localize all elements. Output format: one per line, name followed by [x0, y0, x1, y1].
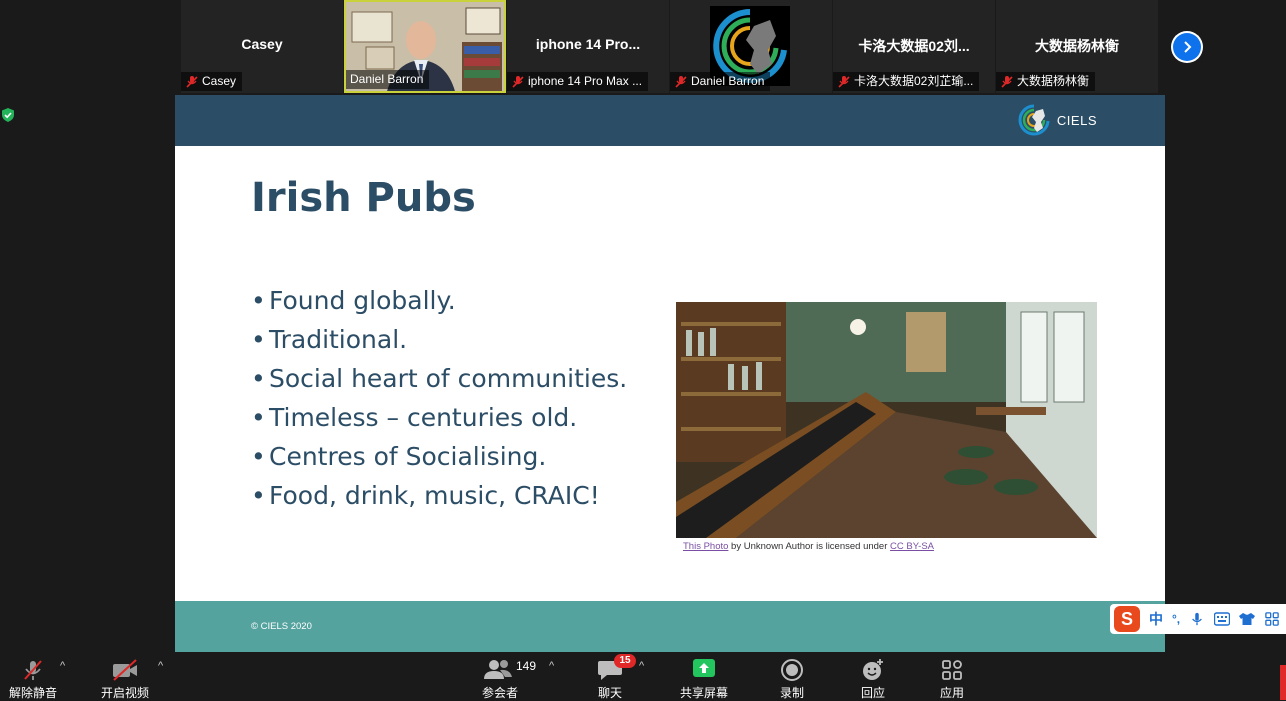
- security-shield-icon[interactable]: [0, 107, 16, 123]
- participants-count: 149: [516, 659, 537, 673]
- participant-name-label: iphone 14 Pro Max ...: [507, 72, 649, 91]
- ime-punctuation-toggle[interactable]: °,: [1172, 612, 1180, 626]
- unmute-label: 解除静音: [8, 686, 57, 700]
- apps-button[interactable]: 应用: [922, 656, 982, 700]
- participant-name: 大数据杨林衡: [1017, 74, 1090, 88]
- bullet-text: Found globally.: [269, 286, 456, 315]
- ime-toolbar: S 中 °,: [1110, 604, 1286, 634]
- muted-mic-icon: [838, 75, 850, 88]
- sogou-logo-icon[interactable]: S: [1114, 606, 1140, 632]
- participants-label: 参会者: [481, 686, 518, 700]
- muted-mic-icon: [186, 75, 198, 88]
- participant-name: iphone 14 Pro Max ...: [528, 74, 643, 88]
- toolbox-grid-icon[interactable]: [1264, 612, 1280, 626]
- participants-icon: [484, 660, 512, 679]
- participant-tile-iphone[interactable]: iphone 14 Pro... iphone 14 Pro Max ...: [507, 0, 669, 93]
- participant-name: Casey: [202, 74, 237, 88]
- start-video-label: 开启视频: [100, 686, 149, 700]
- muted-mic-icon: [24, 660, 42, 680]
- ciels-header-logo: CIELS: [1017, 103, 1097, 137]
- muted-mic-icon: [512, 75, 524, 88]
- bullet-item: • Food, drink, music, CRAIC!: [251, 481, 600, 510]
- bullet-text: Traditional.: [269, 325, 408, 354]
- participant-display-name: 卡洛大数据02刘...: [858, 38, 970, 54]
- participant-tile-casey[interactable]: Casey Casey: [181, 0, 343, 93]
- participant-tile-yang[interactable]: 大数据杨林衡 大数据杨林衡: [996, 0, 1158, 93]
- participant-tile-daniel-barron-logo[interactable]: Daniel Barron: [670, 0, 832, 93]
- pub-photo-illustration: [676, 302, 1097, 538]
- next-participants-button[interactable]: [1171, 31, 1203, 63]
- participants-options-caret[interactable]: ^: [549, 660, 554, 672]
- participant-display-name: Casey: [241, 36, 283, 52]
- window-edge-indicator: [1280, 665, 1286, 700]
- voice-input-icon[interactable]: [1189, 612, 1205, 626]
- skin-shirt-icon[interactable]: [1239, 612, 1256, 626]
- unmute-button[interactable]: 解除静音: [0, 656, 66, 700]
- record-label: 录制: [779, 686, 804, 700]
- photo-credit: This Photo by Unknown Author is licensed…: [683, 541, 934, 552]
- ime-language-toggle[interactable]: 中: [1149, 609, 1163, 629]
- reactions-button[interactable]: 回应: [843, 656, 903, 700]
- participant-name-label: 卡洛大数据02刘芷瑜...: [833, 72, 980, 91]
- participant-display-name: iphone 14 Pro...: [535, 36, 641, 52]
- bullet-item: • Timeless – centuries old.: [251, 403, 578, 432]
- bullet-text: Centres of Socialising.: [269, 442, 547, 471]
- participant-strip: Casey Casey Daniel Barron iphone 14 Pro.…: [181, 0, 1161, 93]
- participant-name: 卡洛大数据02刘芷瑜...: [854, 74, 974, 88]
- share-screen-icon: [693, 659, 715, 677]
- video-options-caret[interactable]: ^: [158, 660, 163, 672]
- bullet-item: • Centres of Socialising.: [251, 442, 547, 471]
- participant-name-label: 大数据杨林衡: [996, 72, 1096, 91]
- participant-name: Daniel Barron: [350, 72, 424, 86]
- bullet-item: • Traditional.: [251, 325, 408, 354]
- pub-interior-photo: [676, 302, 1097, 538]
- share-screen-label: 共享屏幕: [679, 686, 728, 700]
- photo-source-link[interactable]: This Photo: [683, 541, 728, 552]
- keyboard-icon[interactable]: [1214, 612, 1231, 626]
- start-video-button[interactable]: 开启视频: [92, 656, 158, 700]
- license-link[interactable]: CC BY-SA: [890, 541, 934, 552]
- ciels-logo-icon: [1018, 104, 1050, 136]
- video-off-icon: [113, 659, 137, 681]
- slide-copyright: © CIELS 2020: [251, 621, 312, 632]
- chat-unread-badge: 15: [614, 654, 636, 668]
- slide-footer-bar: © CIELS 2020: [175, 601, 1165, 652]
- participant-tile-daniel-barron-speaking[interactable]: Daniel Barron: [344, 0, 506, 93]
- participant-tile-liu[interactable]: 卡洛大数据02刘... 卡洛大数据02刘芷瑜...: [833, 0, 995, 93]
- slide-title: Irish Pubs: [251, 175, 476, 221]
- bullet-item: • Found globally.: [251, 286, 456, 315]
- reactions-label: 回应: [860, 686, 885, 700]
- smiley-plus-icon: [863, 659, 883, 680]
- shared-slide: CIELS Irish Pubs • Found globally. • Tradi…: [175, 95, 1165, 652]
- apps-label: 应用: [939, 686, 964, 700]
- slide-bullet-list: • Found globally. • Traditional. • Social h…: [251, 281, 627, 515]
- record-button[interactable]: 录制: [762, 656, 822, 700]
- muted-mic-icon: [675, 75, 687, 88]
- share-screen-button[interactable]: 共享屏幕: [672, 656, 736, 700]
- chevron-right-icon: [1184, 41, 1192, 53]
- participant-name: Daniel Barron: [691, 74, 765, 88]
- apps-icon: [942, 660, 962, 680]
- participant-display-name: 大数据杨林衡: [1035, 38, 1119, 54]
- bullet-text: Social heart of communities.: [269, 364, 628, 393]
- participant-name-label: Daniel Barron: [670, 72, 771, 91]
- chat-label: 聊天: [597, 686, 622, 700]
- participant-name-label: Daniel Barron: [346, 70, 430, 89]
- bullet-text: Food, drink, music, CRAIC!: [269, 481, 600, 510]
- muted-mic-icon: [1001, 75, 1013, 88]
- ciels-logo-text: CIELS: [1056, 112, 1097, 128]
- record-icon: [781, 659, 803, 681]
- bullet-text: Timeless – centuries old.: [269, 403, 578, 432]
- chat-options-caret[interactable]: ^: [639, 660, 644, 672]
- slide-header-bar: CIELS: [175, 95, 1165, 146]
- participant-name-label: Casey: [181, 72, 243, 91]
- photo-credit-text: by Unknown Author is licensed under: [728, 541, 891, 552]
- bullet-item: • Social heart of communities.: [251, 364, 628, 393]
- audio-options-caret[interactable]: ^: [60, 660, 65, 672]
